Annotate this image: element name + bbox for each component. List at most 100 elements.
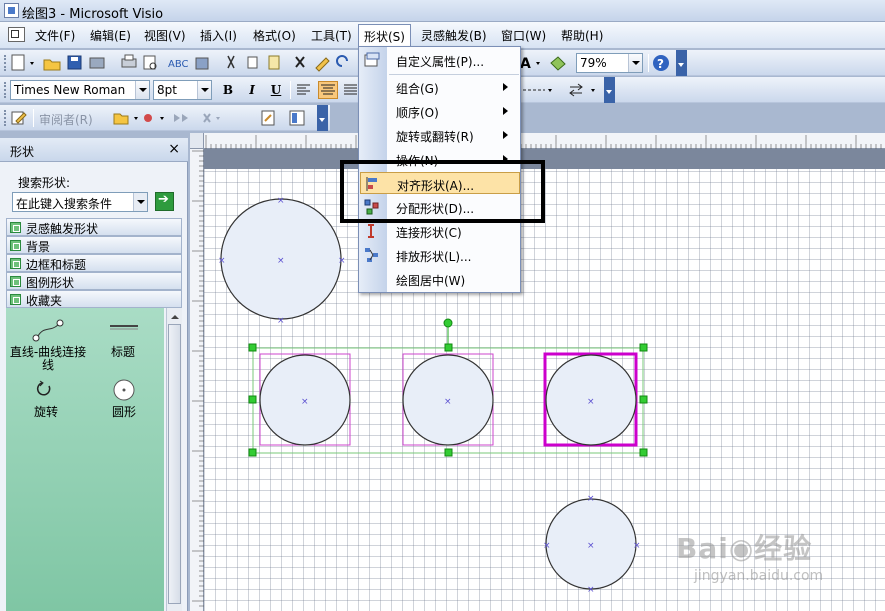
standard-toolbar-icons[interactable]: ABC xyxy=(10,54,350,72)
svg-text:?: ? xyxy=(657,57,664,71)
toolbar-separator xyxy=(648,54,649,72)
stencil-brainstorming-shapes[interactable]: 灵感触发形状 xyxy=(6,218,182,236)
menu-help[interactable]: 帮助(H) xyxy=(561,27,603,44)
help-icon[interactable]: ? xyxy=(652,54,670,72)
chevron-down-icon[interactable] xyxy=(197,81,211,99)
menu-file[interactable]: 文件(F) xyxy=(35,27,75,44)
font-size-combo[interactable]: 8pt xyxy=(153,80,212,100)
vertical-ruler[interactable] xyxy=(190,149,204,611)
chevron-down-icon[interactable] xyxy=(133,193,147,211)
visio-app-icon xyxy=(4,3,19,18)
menu-tools[interactable]: 工具(T) xyxy=(311,27,352,44)
submenu-arrow-icon xyxy=(503,83,512,91)
baidu-watermark-logo: Bai◉经验 xyxy=(676,532,813,565)
menu-item-group[interactable]: 组合(G) xyxy=(360,76,520,98)
toolbar-grip[interactable] xyxy=(4,55,7,71)
menu-item-order[interactable]: 顺序(O) xyxy=(360,100,520,122)
toolbar-grip[interactable] xyxy=(4,110,7,126)
align-left-icon[interactable] xyxy=(296,82,312,98)
text-and-fill-tools[interactable]: A xyxy=(519,54,575,72)
reviewing-tools[interactable] xyxy=(112,109,322,127)
toolbar-options-button[interactable] xyxy=(604,77,615,103)
line-format-tools[interactable] xyxy=(522,81,612,99)
menu-brainstorming[interactable]: 灵感触发(B) xyxy=(421,27,487,44)
italic-button[interactable]: I xyxy=(242,81,262,99)
menu-item-rotate-flip[interactable]: 旋转或翻转(R) xyxy=(360,124,520,146)
chevron-down-icon[interactable] xyxy=(628,54,642,72)
stencil-backgrounds[interactable]: 背景 xyxy=(6,236,182,254)
font-size-value: 8pt xyxy=(157,83,177,97)
document-icon[interactable] xyxy=(8,27,25,42)
toolbar-grip[interactable] xyxy=(4,82,7,98)
menu-edit[interactable]: 编辑(E) xyxy=(90,27,131,44)
stencil-icon xyxy=(10,276,21,287)
search-go-button[interactable] xyxy=(155,192,174,211)
scroll-up-icon[interactable] xyxy=(167,308,182,322)
toolbar-separator xyxy=(290,81,291,99)
scrollbar-thumb[interactable] xyxy=(168,324,181,604)
toolbar-options-button[interactable] xyxy=(676,50,687,76)
stencil-icon xyxy=(10,294,21,305)
rotate-icon[interactable] xyxy=(36,380,54,398)
svg-text:×: × xyxy=(587,494,595,504)
circle-shape[interactable]: × xyxy=(402,353,494,446)
toolbar-separator xyxy=(33,109,34,127)
search-shapes-label: 搜索形状: xyxy=(18,176,71,190)
stencil-legend-shapes[interactable]: 图例形状 xyxy=(6,272,182,290)
stencil-icon xyxy=(10,240,21,251)
stencil-favorites[interactable]: 收藏夹 xyxy=(6,290,182,308)
menu-insert[interactable]: 插入(I) xyxy=(200,27,237,44)
menu-item-label: 绘图居中(W) xyxy=(396,274,466,288)
stencil-label: 图例形状 xyxy=(26,276,75,290)
menu-view[interactable]: 视图(V) xyxy=(144,27,186,44)
circle-shape[interactable]: × × × × × xyxy=(543,494,641,595)
title-bar: 绘图3 - Microsoft Visio xyxy=(0,0,885,22)
svg-text:×: × xyxy=(338,256,346,266)
bold-button[interactable]: B xyxy=(218,81,238,99)
reviewer-dropdown[interactable]: 审阅者(R) xyxy=(39,111,93,128)
menu-item-label: 连接形状(C) xyxy=(396,226,462,240)
circle-shape-primary-selected[interactable]: × xyxy=(543,352,638,447)
menu-item-custom-properties[interactable]: 自定义属性(P)... xyxy=(360,49,520,71)
svg-text:A: A xyxy=(520,56,531,72)
master-circle-label[interactable]: 圆形 xyxy=(102,406,146,419)
menu-item-connect-shapes[interactable]: 连接形状(C) xyxy=(360,220,520,242)
svg-text:×: × xyxy=(587,541,595,551)
toolbar-options-button[interactable] xyxy=(317,105,328,131)
font-name-combo[interactable]: Times New Roman xyxy=(10,80,150,100)
stencil-borders-titles[interactable]: 边框和标题 xyxy=(6,254,182,272)
rotation-handle[interactable] xyxy=(443,318,453,328)
menu-window[interactable]: 窗口(W) xyxy=(501,27,546,44)
svg-text:×: × xyxy=(444,397,452,407)
menu-format[interactable]: 格式(O) xyxy=(253,27,296,44)
menu-item-label: 旋转或翻转(R) xyxy=(396,130,474,144)
align-center-icon xyxy=(321,84,335,95)
font-name-value: Times New Roman xyxy=(14,83,126,97)
stencil-label: 收藏夹 xyxy=(26,294,63,308)
master-connector-label[interactable]: 直线-曲线连接线 xyxy=(8,346,88,372)
master-rotate-label[interactable]: 旋转 xyxy=(26,406,66,419)
ruler-ticks xyxy=(205,135,882,149)
title-icon[interactable] xyxy=(108,320,140,334)
horizontal-ruler[interactable] xyxy=(204,133,885,149)
circle-shape[interactable]: × xyxy=(259,353,351,446)
search-shapes-input[interactable]: 在此键入搜索条件 xyxy=(12,192,148,212)
circle-icon[interactable] xyxy=(112,378,136,402)
circle-shape[interactable]: × × × × × xyxy=(218,196,346,326)
chevron-down-icon[interactable] xyxy=(135,81,149,99)
zoom-combo[interactable]: 79% xyxy=(576,53,643,73)
dynamic-connector-icon[interactable] xyxy=(30,318,70,344)
stencil-scrollbar[interactable] xyxy=(166,308,182,611)
underline-button[interactable]: U xyxy=(266,81,286,99)
menu-shapes[interactable]: 形状(S) xyxy=(358,24,411,46)
master-title-label[interactable]: 标题 xyxy=(98,346,148,359)
menu-item-center-drawing[interactable]: 绘图居中(W) xyxy=(360,268,520,290)
svg-text:×: × xyxy=(587,397,595,407)
align-center-button[interactable] xyxy=(318,81,338,99)
track-markup-icon[interactable] xyxy=(10,109,28,127)
close-icon[interactable]: × xyxy=(168,141,180,157)
align-right-icon[interactable] xyxy=(343,82,359,98)
window-title: 绘图3 - Microsoft Visio xyxy=(22,7,164,22)
svg-text:×: × xyxy=(301,397,309,407)
menu-item-lay-out-shapes[interactable]: 排放形状(L)... xyxy=(360,244,520,266)
